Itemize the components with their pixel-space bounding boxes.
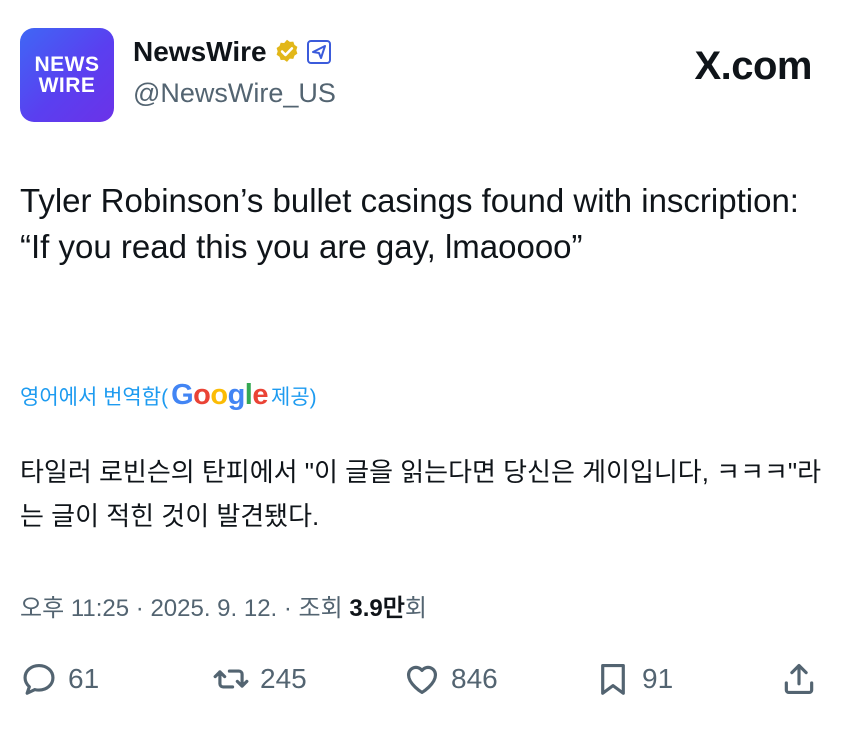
reply-count: 61 xyxy=(68,663,100,694)
tweet-metadata: 오후 11:25 · 2025. 9. 12. · 조회 3.9만 회 xyxy=(20,588,427,623)
share-button[interactable] xyxy=(780,660,818,698)
tweet-date[interactable]: 2025. 9. 12. xyxy=(150,595,277,623)
bookmark-count: 91 xyxy=(642,663,674,694)
translation-attribution[interactable]: 영어에서 번역함( Google 제공) xyxy=(20,379,317,412)
bookmark-button[interactable]: 91 xyxy=(594,660,673,698)
translation-label-suffix: 제공) xyxy=(271,386,317,409)
display-name[interactable]: NewsWire xyxy=(133,36,267,68)
reply-button[interactable]: 61 xyxy=(20,660,99,698)
avatar-text-line1: NEWS xyxy=(34,53,100,76)
meta-separator: · xyxy=(277,595,299,622)
repost-icon xyxy=(213,669,249,689)
bookmark-icon xyxy=(601,663,625,695)
action-bar: 61 245 846 91 xyxy=(20,660,830,704)
tweet-text: Tyler Robinson’s bullet casings found wi… xyxy=(20,182,799,265)
repost-button[interactable]: 245 xyxy=(212,660,307,698)
like-count: 846 xyxy=(451,663,498,694)
affiliate-badge-icon[interactable] xyxy=(306,40,331,64)
reply-icon xyxy=(23,663,55,695)
account-name-row: NewsWire xyxy=(133,36,331,68)
avatar[interactable]: NEWS WIRE xyxy=(20,28,114,122)
views-label: 조회 xyxy=(298,595,343,622)
verified-badge-icon[interactable] xyxy=(273,38,301,66)
views-count: 3.9만 xyxy=(349,595,405,622)
tweet-time[interactable]: 오후 11:25 xyxy=(20,588,129,623)
share-icon xyxy=(784,663,814,695)
account-handle[interactable]: @NewsWire_US xyxy=(133,78,336,109)
translation-label-prefix: 영어에서 번역함( xyxy=(20,386,169,409)
repost-count: 245 xyxy=(260,663,307,694)
avatar-text-line2: WIRE xyxy=(38,74,96,97)
xcom-watermark: X.com xyxy=(694,44,812,88)
views-suffix: 회 xyxy=(404,595,427,622)
translated-text: 타일러 로빈슨의 탄피에서 "이 글을 읽는다면 당신은 게이입니다, ㅋㅋㅋ"… xyxy=(20,457,822,531)
like-button[interactable]: 846 xyxy=(403,660,498,698)
google-logo: Google xyxy=(171,379,268,411)
heart-icon xyxy=(406,665,438,695)
meta-separator: · xyxy=(129,595,151,622)
